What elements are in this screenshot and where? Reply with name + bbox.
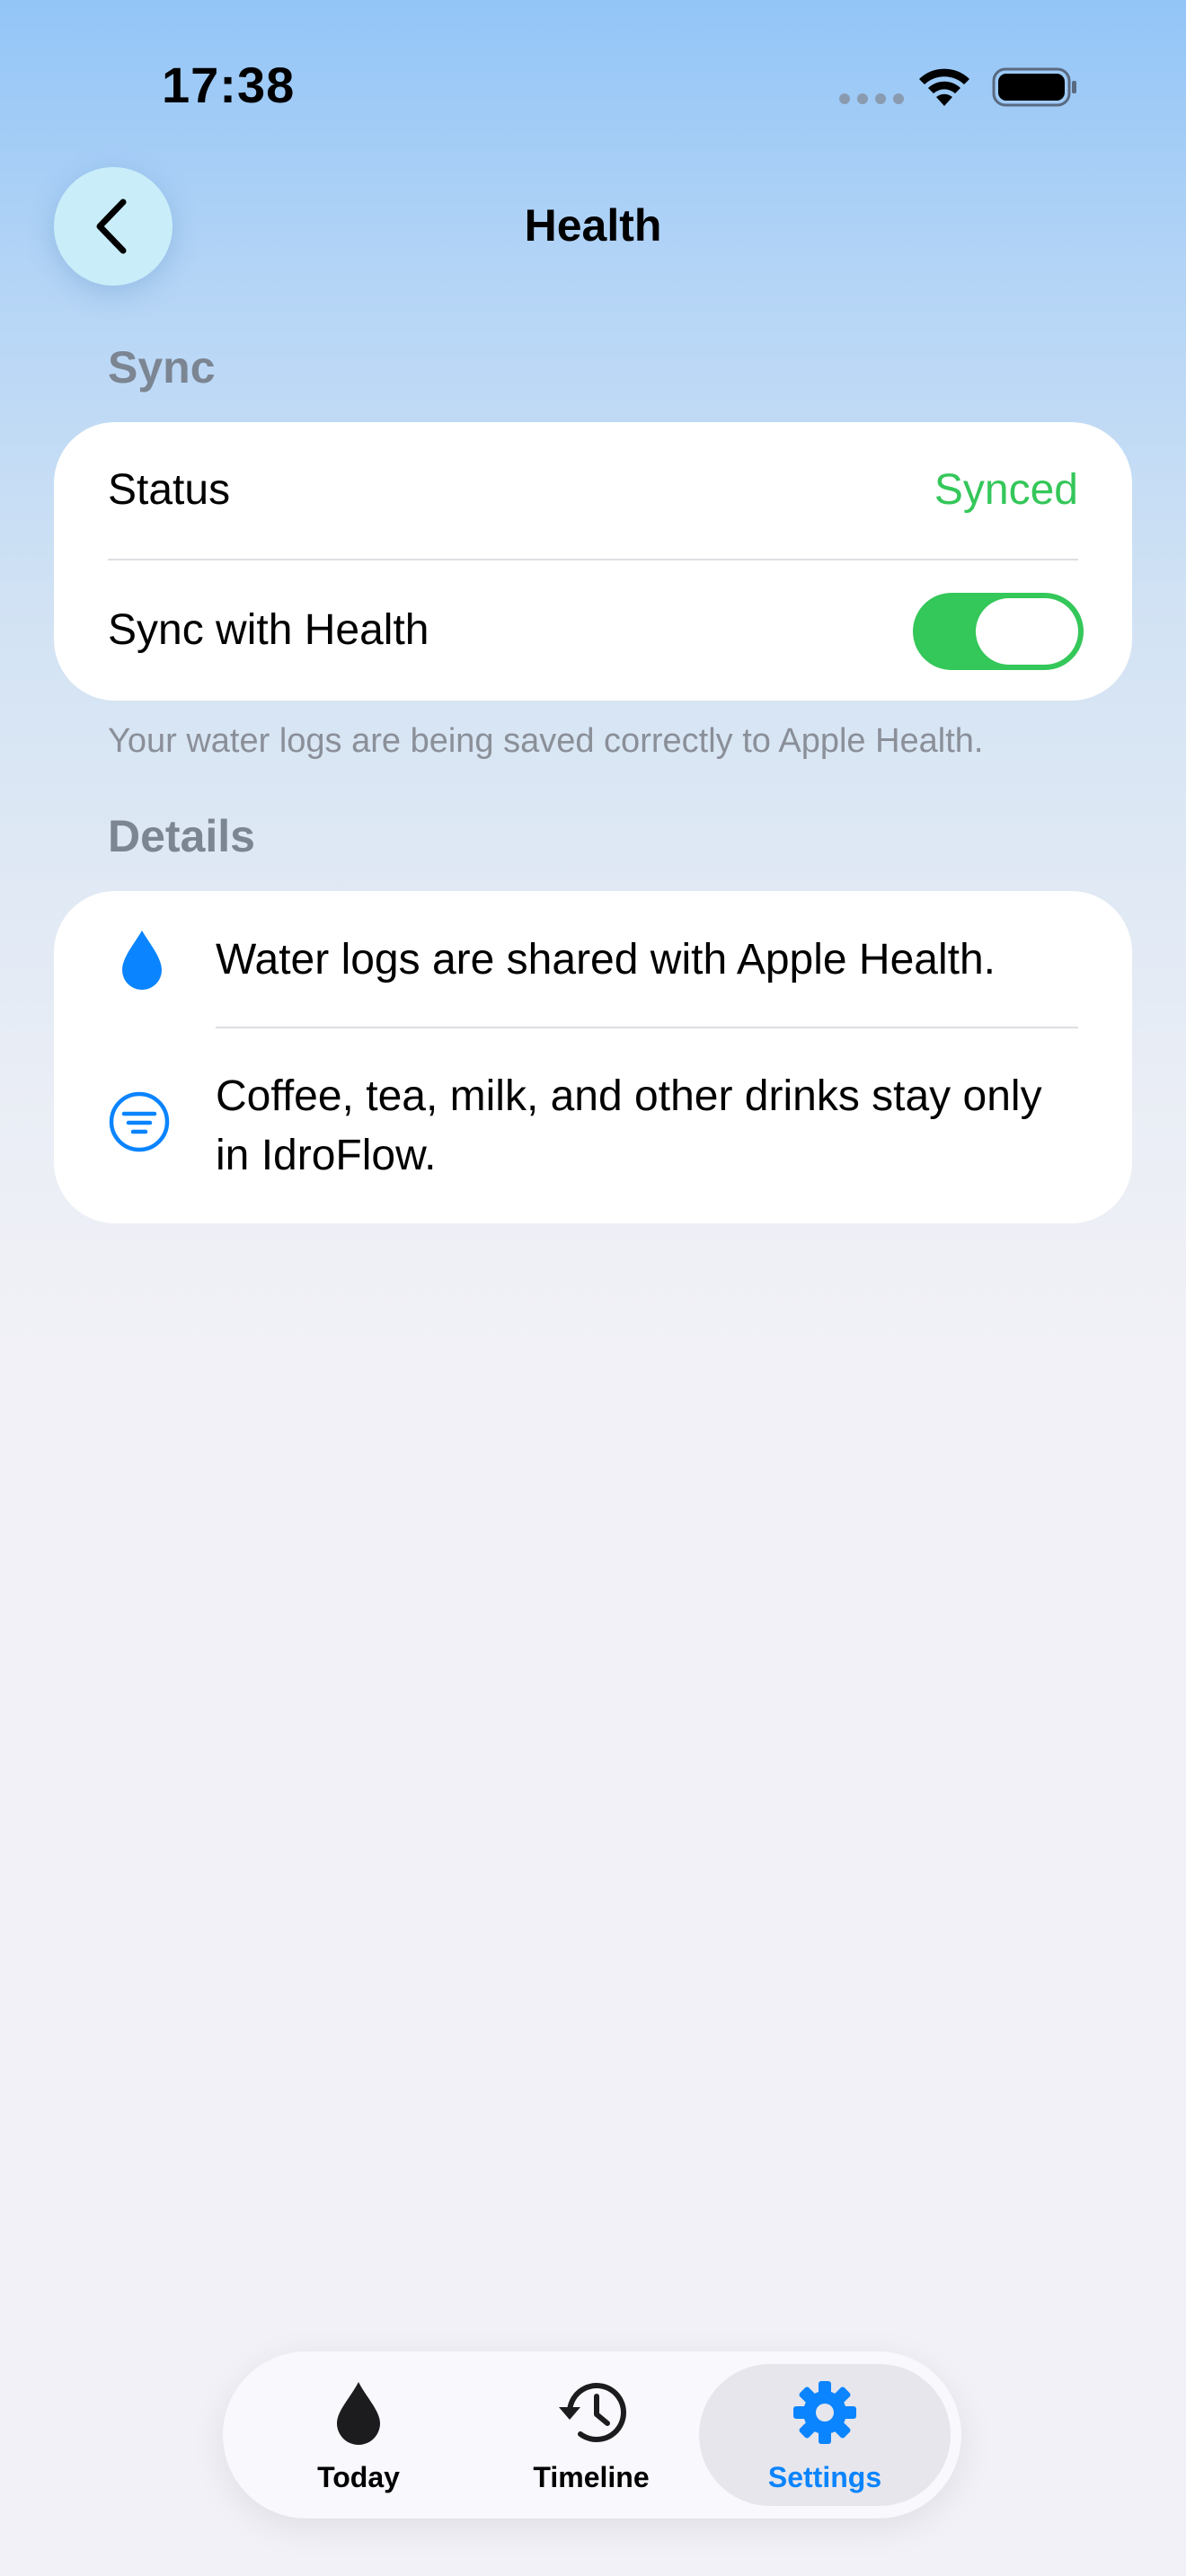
status-bar-time: 17:38 [162,57,296,113]
battery-icon [992,66,1078,112]
detail-item-text: Water logs are shared with Apple Health. [216,936,996,984]
sync-card: Status Synced Sync with Health [54,422,1132,701]
tab-bar: Today Timeline Settings [223,2351,961,2519]
sync-toggle-label: Sync with Health [108,606,429,654]
toggle-knob [976,598,1078,665]
tab-today[interactable]: Today [242,2351,475,2519]
gear-icon [708,2380,942,2445]
tab-settings[interactable]: Settings [708,2351,942,2519]
sync-footnote: Your water logs are being saved correctl… [108,722,984,760]
row-divider [108,559,1078,560]
status-value: Synced [934,466,1078,514]
tab-label: Timeline [533,2461,650,2493]
tab-timeline[interactable]: Timeline [474,2351,708,2519]
tab-label: Today [317,2461,400,2493]
detail-item-text: Coffee, tea, milk, and other drinks stay… [216,1072,1042,1179]
filter-circle-icon [108,1090,171,1158]
page-title: Health [524,200,662,251]
wifi-icon [916,66,972,112]
details-section-header: Details [108,811,255,861]
sync-section-header: Sync [108,342,216,393]
cellular-signal-icon [839,93,904,104]
status-label: Status [108,466,231,514]
sync-with-health-toggle[interactable] [913,593,1084,670]
row-divider [216,1027,1078,1028]
drop-icon [242,2380,475,2445]
history-clock-icon [474,2380,708,2445]
water-drop-icon [119,929,165,996]
tab-label: Settings [767,2461,882,2493]
details-card: Water logs are shared with Apple Health.… [54,891,1132,1223]
